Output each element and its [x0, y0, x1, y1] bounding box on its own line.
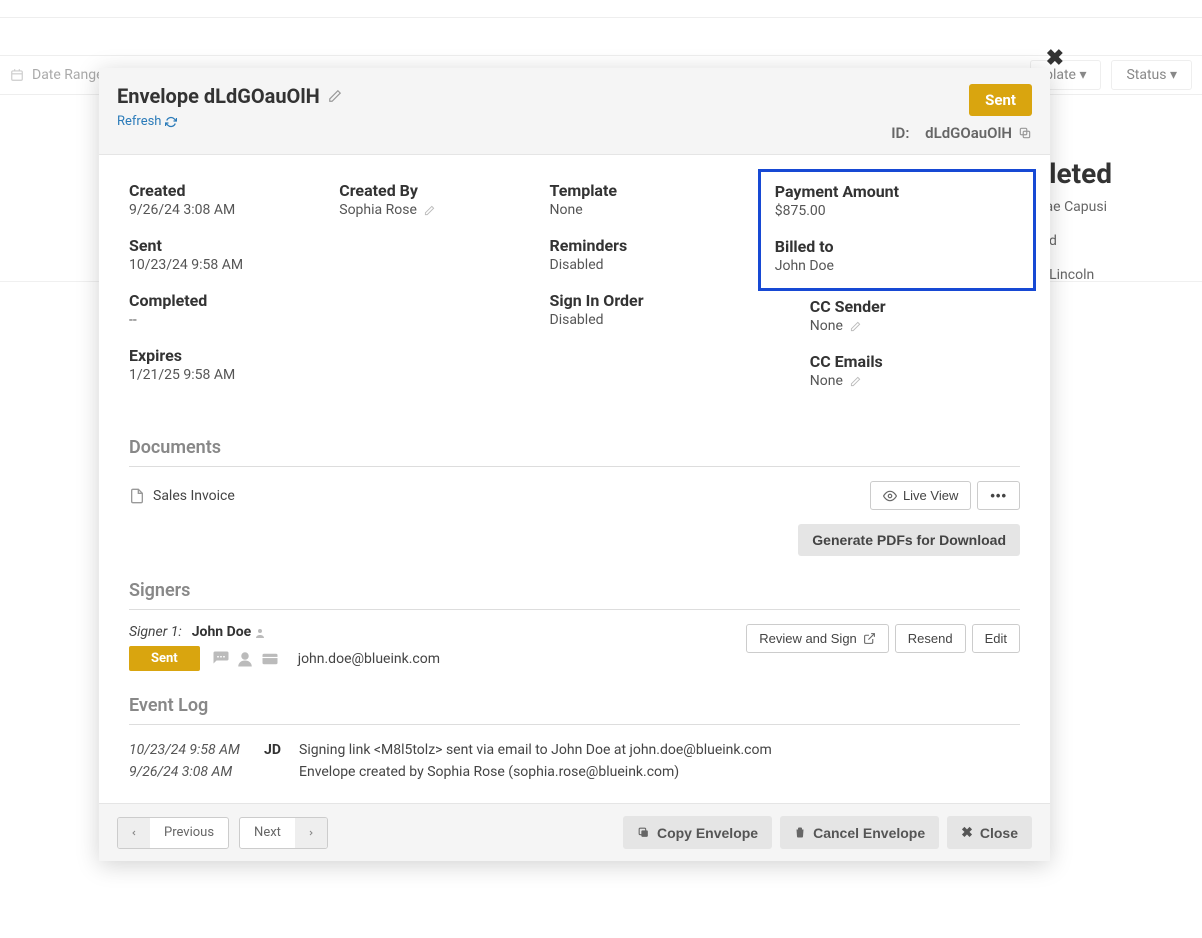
info-grid: Created 9/26/24 3:08 AM Sent 10/23/24 9:… — [129, 181, 1020, 407]
copy-envelope-button[interactable]: Copy Envelope — [623, 816, 772, 849]
close-icon[interactable]: ✖ — [1046, 46, 1064, 71]
resend-button[interactable]: Resend — [895, 624, 966, 653]
sent-field: Sent 10/23/24 9:58 AM — [129, 236, 339, 273]
close-button[interactable]: ✖ Close — [947, 816, 1032, 849]
modal-footer: Previous Next Copy Envelope Cancel Envel… — [99, 803, 1050, 861]
modal-body: Created 9/26/24 3:08 AM Sent 10/23/24 9:… — [99, 155, 1050, 803]
event-log-heading: Event Log — [129, 695, 1020, 725]
copy-id-icon[interactable] — [1018, 125, 1032, 141]
edit-cc-emails-icon[interactable] — [850, 374, 861, 388]
signer-number-label: Signer 1: — [129, 624, 182, 640]
previous-pager[interactable]: Previous — [117, 817, 229, 849]
sign-order-field: Sign In Order Disabled — [550, 291, 760, 328]
chevron-right-icon[interactable] — [295, 818, 327, 848]
documents-heading: Documents — [129, 437, 1020, 467]
edit-cc-sender-icon[interactable] — [850, 319, 861, 333]
signers-heading: Signers — [129, 580, 1020, 610]
live-view-button[interactable]: Live View — [870, 481, 971, 510]
document-icon — [129, 485, 145, 506]
person-icon — [251, 625, 266, 640]
document-item[interactable]: Sales Invoice — [129, 485, 235, 506]
signer-name: John Doe — [192, 624, 267, 640]
signer-status-badge: Sent — [129, 646, 200, 671]
review-sign-button[interactable]: Review and Sign — [746, 624, 889, 653]
next-pager[interactable]: Next — [239, 817, 328, 849]
event-row: 9/26/24 3:08 AM Envelope created by Soph… — [129, 761, 1020, 783]
modal-overlay: ✖ Envelope dLdGOauOlH Refresh Sent — [0, 0, 1202, 938]
card-icon[interactable] — [260, 649, 280, 669]
cc-emails-field: CC Emails None — [810, 352, 1020, 389]
created-by-field: Created By Sophia Rose — [339, 181, 549, 218]
envelope-id: ID: dLdGOauOlH — [891, 124, 1032, 142]
cancel-envelope-button[interactable]: Cancel Envelope — [780, 816, 939, 849]
status-badge: Sent — [969, 84, 1032, 116]
signer-email: john.doe@blueink.com — [298, 651, 440, 667]
completed-field: Completed -- — [129, 291, 339, 328]
more-actions-button[interactable]: ••• — [977, 481, 1020, 510]
refresh-link[interactable]: Refresh — [117, 114, 342, 129]
modal-header: Envelope dLdGOauOlH Refresh Sent ID: dLd… — [99, 68, 1050, 155]
expires-field: Expires 1/21/25 9:58 AM — [129, 346, 339, 383]
generate-pdfs-button[interactable]: Generate PDFs for Download — [798, 524, 1020, 556]
billed-to-field: Billed to John Doe — [775, 237, 1019, 274]
user-icon[interactable] — [236, 649, 254, 669]
chat-icon[interactable] — [212, 649, 230, 669]
chevron-left-icon[interactable] — [118, 818, 150, 848]
reminders-field: Reminders Disabled — [550, 236, 760, 273]
created-field: Created 9/26/24 3:08 AM — [129, 181, 339, 218]
event-row: 10/23/24 9:58 AM JD Signing link <M8l5to… — [129, 739, 1020, 761]
event-log: 10/23/24 9:58 AM JD Signing link <M8l5to… — [129, 739, 1020, 783]
payment-highlight-box: Payment Amount $875.00 Billed to John Do… — [758, 169, 1036, 291]
edit-signer-button[interactable]: Edit — [972, 624, 1020, 653]
edit-creator-icon[interactable] — [424, 203, 435, 217]
template-field: Template None — [550, 181, 760, 218]
payment-amount-field: Payment Amount $875.00 — [775, 182, 1019, 219]
envelope-modal: ✖ Envelope dLdGOauOlH Refresh Sent — [99, 68, 1050, 861]
edit-title-icon[interactable] — [328, 88, 342, 104]
cc-sender-field: CC Sender None — [810, 297, 1020, 334]
page-title: Envelope dLdGOauOlH — [117, 84, 342, 108]
